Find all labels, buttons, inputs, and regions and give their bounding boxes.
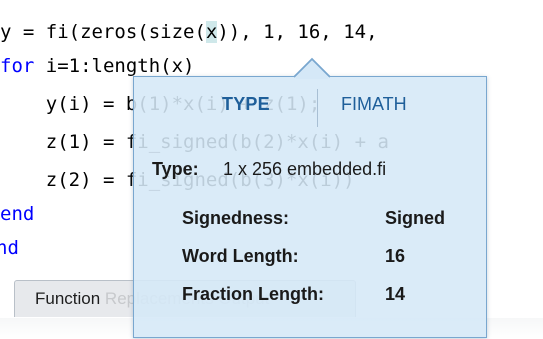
word-length-label: Word Length: [182,246,299,266]
tab-divider [317,89,318,127]
type-value: 1 x 256 embedded.fi [223,159,387,179]
signedness-label: Signedness: [182,208,290,228]
tab-fimath[interactable]: FIMATH [341,94,407,115]
signedness-value: Signed [385,208,446,228]
code-text: i=1:length(x) [34,55,195,77]
highlighted-variable[interactable]: x [205,21,218,43]
popup-pointer-icon [293,57,331,79]
code-keyword: for [0,55,35,77]
word-length-value: 16 [385,246,406,266]
fraction-length-value: 14 [385,284,406,304]
code-text: y = fi(zeros(size( [0,21,206,43]
tab-label-visible: Function [35,289,101,308]
tab-type[interactable]: TYPE [222,94,270,115]
code-line-6[interactable]: end [0,199,34,229]
type-label: Type: [152,159,199,179]
code-keyword: end [0,203,35,225]
code-line-1[interactable]: y = fi(zeros(size(x)), 1, 16, 14, [0,17,378,47]
code-keyword: nd [0,237,19,259]
code-line-7[interactable]: nd [0,233,19,263]
code-text: )), 1, 16, 14, [217,21,378,43]
fraction-length-label: Fraction Length: [182,284,324,304]
